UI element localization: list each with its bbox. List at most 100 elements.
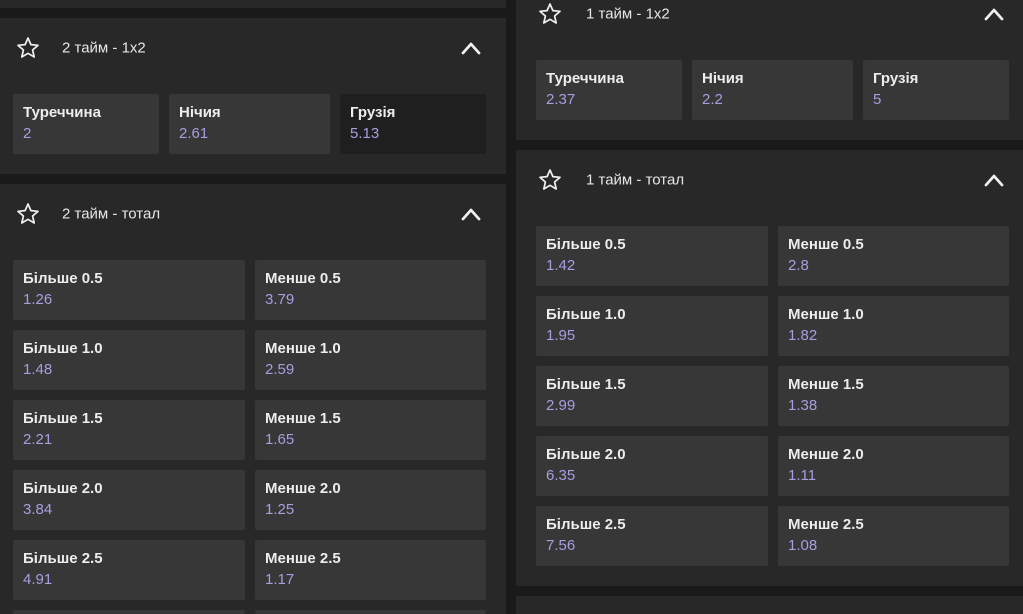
outcome-label: Менше 1.0 <box>265 340 341 357</box>
chevron-up-icon[interactable] <box>983 170 1005 190</box>
star-outline-icon[interactable] <box>16 36 40 60</box>
odd-value: 1.25 <box>265 501 295 518</box>
market-header[interactable]: 2 тайм - 1х2 <box>0 18 506 78</box>
odd-value: 1.82 <box>788 327 818 344</box>
odd-button-under-1-5[interactable]: Менше 1.5 1.38 <box>778 366 1009 426</box>
odd-value: 3.84 <box>23 501 53 518</box>
odd-button-under-0-5[interactable]: Менше 0.5 2.8 <box>778 226 1009 286</box>
odd-value: 5.13 <box>350 125 380 142</box>
odd-button-under-1-5[interactable]: Менше 1.5 1.65 <box>255 400 486 460</box>
outcome-label: Більше 1.5 <box>23 410 103 427</box>
outcome-label: Менше 2.0 <box>265 480 341 497</box>
star-outline-icon[interactable] <box>538 168 562 192</box>
outcome-label: Туреччина <box>546 70 624 87</box>
outcome-label: Більше 2.5 <box>23 550 103 567</box>
market-panel-partial-top <box>0 0 506 8</box>
odd-value: 1.38 <box>788 397 818 414</box>
outcome-label: Більше 0.5 <box>546 236 626 253</box>
odd-button-away[interactable]: Грузія 5.13 <box>340 94 486 154</box>
odd-value: 2 <box>23 125 32 142</box>
odd-button-over-1-0[interactable]: Більше 1.0 1.48 <box>13 330 245 390</box>
outcome-label: Менше 1.5 <box>265 410 341 427</box>
market-panel-partial-bottom <box>516 596 1023 614</box>
outcome-label: Грузія <box>350 104 396 121</box>
outcome-label: Менше 0.5 <box>788 236 864 253</box>
outcome-label: Менше 1.5 <box>788 376 864 393</box>
outcome-label: Більше 1.0 <box>23 340 103 357</box>
outcome-label: Більше 1.0 <box>546 306 626 323</box>
market-title: 2 тайм - 1х2 <box>62 39 146 57</box>
chevron-up-icon[interactable] <box>460 38 482 58</box>
odd-button-draw[interactable]: Нічия 2.61 <box>169 94 330 154</box>
star-outline-icon[interactable] <box>538 2 562 26</box>
odd-button-over-1-5[interactable]: Більше 1.5 2.99 <box>536 366 768 426</box>
chevron-up-icon[interactable] <box>460 204 482 224</box>
market-panel-first-half-total: 1 тайм - тотал Більше 0.5 1.42 Менше 0.5… <box>516 150 1023 586</box>
outcome-label: Більше 2.0 <box>23 480 103 497</box>
outcome-label: Менше 1.0 <box>788 306 864 323</box>
outcome-label: Менше 2.5 <box>265 550 341 567</box>
odd-button-over-1-0[interactable]: Більше 1.0 1.95 <box>536 296 768 356</box>
odd-value: 1.48 <box>23 361 53 378</box>
odd-value: 2.37 <box>546 91 576 108</box>
market-header[interactable]: 1 тайм - тотал <box>516 150 1023 210</box>
odd-value: 5 <box>873 91 882 108</box>
odd-button-over-2-5[interactable]: Більше 2.5 4.91 <box>13 540 245 600</box>
odd-value: 1.42 <box>546 257 576 274</box>
odd-value: 2.8 <box>788 257 809 274</box>
outcome-label: Менше 0.5 <box>265 270 341 287</box>
market-header[interactable]: 2 тайм - тотал <box>0 184 506 244</box>
odd-button-over-0-5[interactable]: Більше 0.5 1.26 <box>13 260 245 320</box>
odd-button-under-2-0[interactable]: Менше 2.0 1.11 <box>778 436 1009 496</box>
odd-value: 2.59 <box>265 361 295 378</box>
odd-button-over-2-5[interactable]: Більше 2.5 7.56 <box>536 506 768 566</box>
odd-button-partial[interactable] <box>13 610 245 614</box>
odd-button-over-2-0[interactable]: Більше 2.0 6.35 <box>536 436 768 496</box>
outcome-label: Туреччина <box>23 104 101 121</box>
odd-button-under-0-5[interactable]: Менше 0.5 3.79 <box>255 260 486 320</box>
chevron-up-icon[interactable] <box>983 4 1005 24</box>
outcome-label: Менше 2.5 <box>788 516 864 533</box>
odd-button-over-1-5[interactable]: Більше 1.5 2.21 <box>13 400 245 460</box>
market-panel-second-half-1x2: 2 тайм - 1х2 Туреччина 2 Нічия 2.61 Груз… <box>0 18 506 174</box>
odd-button-over-2-0[interactable]: Більше 2.0 3.84 <box>13 470 245 530</box>
market-panel-first-half-1x2: 1 тайм - 1х2 Туреччина 2.37 Нічия 2.2 Гр… <box>516 0 1023 140</box>
outcome-label: Нічия <box>702 70 744 87</box>
odd-value: 1.26 <box>23 291 53 308</box>
odd-value: 2.61 <box>179 125 209 142</box>
odd-button-partial[interactable] <box>255 610 486 614</box>
odd-value: 2.99 <box>546 397 576 414</box>
odd-value: 2.21 <box>23 431 53 448</box>
odd-value: 1.08 <box>788 537 818 554</box>
odd-value: 7.56 <box>546 537 576 554</box>
odd-value: 1.65 <box>265 431 295 448</box>
odd-button-under-2-5[interactable]: Менше 2.5 1.08 <box>778 506 1009 566</box>
market-header[interactable]: 1 тайм - 1х2 <box>516 0 1023 44</box>
star-outline-icon[interactable] <box>16 202 40 226</box>
odd-button-under-1-0[interactable]: Менше 1.0 2.59 <box>255 330 486 390</box>
odd-value: 1.17 <box>265 571 295 588</box>
odd-value: 1.11 <box>788 467 817 484</box>
market-title: 1 тайм - 1х2 <box>586 5 670 23</box>
odd-button-over-0-5[interactable]: Більше 0.5 1.42 <box>536 226 768 286</box>
odd-button-away[interactable]: Грузія 5 <box>863 60 1009 120</box>
market-title: 2 тайм - тотал <box>62 205 161 223</box>
odd-button-under-1-0[interactable]: Менше 1.0 1.82 <box>778 296 1009 356</box>
odd-value: 3.79 <box>265 291 295 308</box>
outcome-label: Менше 2.0 <box>788 446 864 463</box>
market-title: 1 тайм - тотал <box>586 171 685 189</box>
odd-button-under-2-0[interactable]: Менше 2.0 1.25 <box>255 470 486 530</box>
outcome-label: Більше 2.0 <box>546 446 626 463</box>
odd-value: 1.95 <box>546 327 576 344</box>
odd-button-home[interactable]: Туреччина 2 <box>13 94 159 154</box>
odd-button-home[interactable]: Туреччина 2.37 <box>536 60 682 120</box>
market-panel-second-half-total: 2 тайм - тотал Більше 0.5 1.26 Менше 0.5… <box>0 184 506 614</box>
outcome-label: Грузія <box>873 70 919 87</box>
odd-value: 4.91 <box>23 571 53 588</box>
odd-button-under-2-5[interactable]: Менше 2.5 1.17 <box>255 540 486 600</box>
odd-button-draw[interactable]: Нічия 2.2 <box>692 60 853 120</box>
odd-value: 2.2 <box>702 91 723 108</box>
odd-value: 6.35 <box>546 467 576 484</box>
outcome-label: Більше 0.5 <box>23 270 103 287</box>
outcome-label: Більше 1.5 <box>546 376 626 393</box>
